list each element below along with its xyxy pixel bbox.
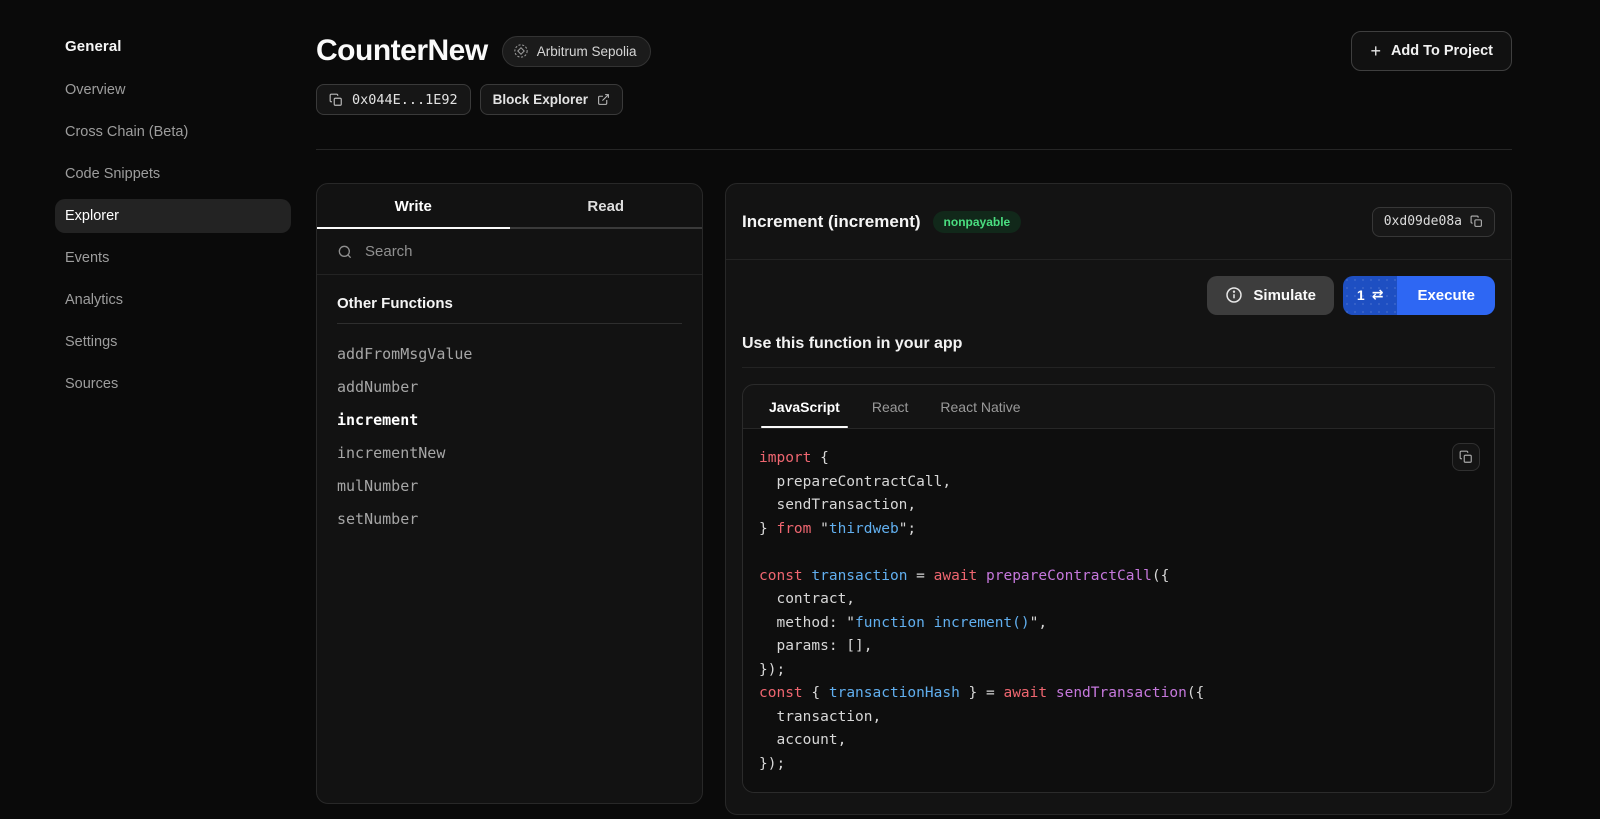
sidebar-item-explorer[interactable]: Explorer: [55, 199, 291, 233]
info-icon: [1225, 286, 1243, 304]
tab-write[interactable]: Write: [317, 184, 510, 229]
code-line: });: [759, 659, 1478, 683]
code-line: transaction,: [759, 706, 1478, 730]
code-line: sendTransaction,: [759, 494, 1478, 518]
execute-split-button: 1 ⇄ Execute: [1343, 276, 1495, 315]
function-item-incrementnew[interactable]: incrementNew: [337, 437, 682, 470]
code-line: const { transactionHash } = await sendTr…: [759, 682, 1478, 706]
simulate-button[interactable]: Simulate: [1207, 276, 1334, 315]
code-line: method: "function increment()",: [759, 612, 1478, 636]
function-item-increment[interactable]: increment: [337, 404, 682, 437]
functions-section-title: Other Functions: [337, 295, 682, 312]
code-tab-react[interactable]: React: [858, 385, 923, 428]
sidebar-item-sources[interactable]: Sources: [55, 367, 291, 401]
code-line: [759, 541, 1478, 565]
contract-dashboard: General Overview Cross Chain (Beta) Code S…: [0, 0, 1600, 819]
sidebar-item-events[interactable]: Events: [55, 241, 291, 275]
function-tabs: WriteRead: [317, 184, 702, 229]
copy-code-button[interactable]: [1452, 443, 1480, 471]
code-line: params: [],: [759, 635, 1478, 659]
tab-read[interactable]: Read: [510, 184, 703, 229]
function-title: Increment (increment): [742, 212, 921, 232]
sidebar-item-analytics[interactable]: Analytics: [55, 283, 291, 317]
contract-address-button[interactable]: 0x044E...1E92: [316, 84, 471, 115]
network-badge[interactable]: Arbitrum Sepolia: [502, 36, 652, 67]
functions-panel: WriteRead Other Functions addFromMsgValu…: [316, 183, 703, 804]
page-title: CounterNew: [316, 31, 488, 71]
function-item-addfrommsgvalue[interactable]: addFromMsgValue: [337, 338, 682, 371]
plus-icon: +: [1370, 42, 1381, 60]
execute-button[interactable]: Execute: [1397, 276, 1495, 315]
code-line: import {: [759, 447, 1478, 471]
contract-address-value: 0x044E...1E92: [352, 92, 458, 108]
sidebar-item-code-snippets[interactable]: Code Snippets: [55, 157, 291, 191]
simulate-label: Simulate: [1253, 287, 1316, 304]
code-line: const transaction = await prepareContrac…: [759, 565, 1478, 589]
code-line: contract,: [759, 588, 1478, 612]
main-content: CounterNew Arbitrum Sepolia + Add To Pro…: [316, 0, 1600, 819]
code-line: } from "thirdweb";: [759, 518, 1478, 542]
add-to-project-label: Add To Project: [1391, 43, 1493, 59]
contract-header: CounterNew Arbitrum Sepolia + Add To Pro…: [316, 31, 1600, 150]
block-explorer-label: Block Explorer: [493, 92, 588, 107]
execute-count: 1: [1357, 287, 1365, 303]
add-to-project-button[interactable]: + Add To Project: [1351, 31, 1512, 71]
code-line: account,: [759, 729, 1478, 753]
code-card: JavaScriptReactReact Native import { pre…: [742, 384, 1495, 793]
usage-heading: Use this function in your app: [742, 335, 1495, 353]
code-line: });: [759, 753, 1478, 777]
search-row: [317, 229, 702, 275]
code-tabs: JavaScriptReactReact Native: [743, 385, 1494, 429]
external-link-icon: [597, 93, 610, 106]
code-area: import { prepareContractCall, sendTransa…: [743, 429, 1494, 792]
action-row: Simulate 1 ⇄ Execute: [726, 260, 1511, 315]
function-selector-button[interactable]: 0xd09de08a: [1372, 207, 1495, 237]
sidebar-nav: Overview Cross Chain (Beta) Code Snippets E…: [55, 73, 291, 401]
search-input[interactable]: [365, 243, 682, 260]
sidebar-item-settings[interactable]: Settings: [55, 325, 291, 359]
function-item-mulnumber[interactable]: mulNumber: [337, 470, 682, 503]
chain-icon: [513, 43, 529, 59]
mutability-badge: nonpayable: [933, 211, 1022, 233]
sidebar: General Overview Cross Chain (Beta) Code S…: [0, 0, 316, 819]
block-explorer-button[interactable]: Block Explorer: [480, 84, 623, 115]
execute-count-button[interactable]: 1 ⇄: [1343, 276, 1398, 315]
usage-divider: [742, 367, 1495, 368]
copy-icon: [1470, 215, 1483, 228]
sidebar-heading: General: [65, 38, 316, 55]
network-badge-label: Arbitrum Sepolia: [537, 44, 637, 59]
functions-divider: [337, 323, 682, 324]
sidebar-item-cross-chain-beta[interactable]: Cross Chain (Beta): [55, 115, 291, 149]
function-list: addFromMsgValueaddNumberincrementincreme…: [337, 338, 682, 536]
code-block: import { prepareContractCall, sendTransa…: [759, 447, 1478, 776]
sidebar-item-overview[interactable]: Overview: [55, 73, 291, 107]
copy-icon: [1459, 450, 1473, 464]
function-item-addnumber[interactable]: addNumber: [337, 371, 682, 404]
search-icon: [337, 244, 353, 260]
copy-icon: [329, 93, 343, 107]
function-item-setnumber[interactable]: setNumber: [337, 503, 682, 536]
header-divider: [316, 149, 1512, 150]
function-selector-value: 0xd09de08a: [1384, 214, 1462, 229]
function-detail-panel: Increment (increment) nonpayable 0xd09de…: [725, 183, 1512, 815]
code-tab-react-native[interactable]: React Native: [926, 385, 1034, 428]
code-line: prepareContractCall,: [759, 471, 1478, 495]
swap-arrows-icon: ⇄: [1372, 288, 1384, 302]
function-detail-header: Increment (increment) nonpayable 0xd09de…: [726, 184, 1511, 260]
code-tab-javascript[interactable]: JavaScript: [755, 385, 854, 428]
